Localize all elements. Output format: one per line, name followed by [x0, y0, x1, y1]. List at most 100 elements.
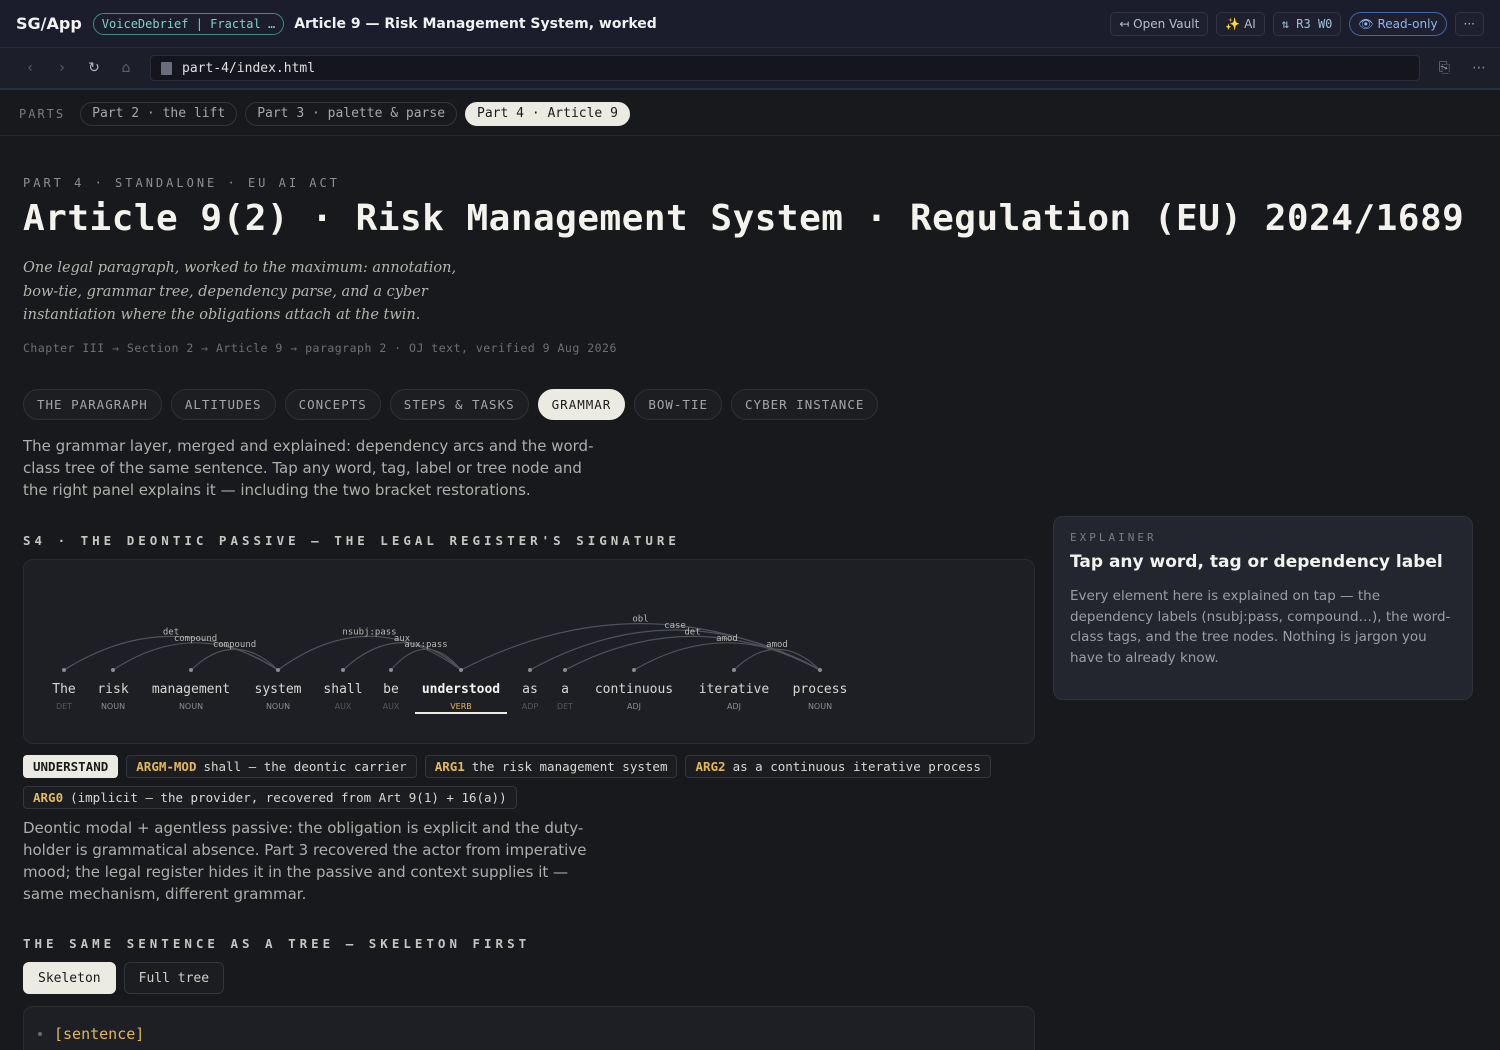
grammar-intro: The grammar layer, merged and explained:… [23, 437, 594, 499]
srl-role-chip[interactable]: ARG1 the risk management system [424, 755, 678, 778]
srl-role-label: ARG2 [695, 759, 726, 774]
token-word[interactable]: process [793, 682, 848, 697]
dependency-label[interactable]: obl [632, 615, 648, 625]
token-anchor-dot [459, 668, 463, 672]
skeleton-toggle-button[interactable]: Skeleton [23, 962, 116, 994]
token-word[interactable]: The [52, 682, 76, 697]
semantic-roles: UNDERSTAND ARGM-MOD shall — the deontic … [23, 755, 1035, 809]
token-anchor-dot [341, 668, 345, 672]
address-bar: ‹ › ↻ ⌂ part-4/index.html ⎘ ⋯ [0, 48, 1500, 90]
srl-role-label: ARG0 [33, 790, 64, 805]
read-only-badge[interactable]: 👁 Read-only [1349, 12, 1447, 36]
tab-grammar[interactable]: GRAMMAR [537, 389, 626, 420]
grammar-tree-panel: [sentence] [23, 1006, 1035, 1050]
dependency-heading: S4 · THE DEONTIC PASSIVE — THE LEGAL REG… [23, 533, 680, 548]
token-tag[interactable]: VERB [450, 702, 472, 711]
read-write-counter[interactable]: ⇅ R3 W0 [1272, 12, 1342, 36]
token-tag[interactable]: AUX [383, 702, 400, 711]
dependency-label[interactable]: amod [766, 640, 788, 650]
dependency-arc[interactable] [633, 642, 821, 671]
token-anchor-dot [732, 668, 736, 672]
open-vault-button[interactable]: ↤ Open Vault [1110, 12, 1209, 36]
srl-role-text: (implicit — the provider, recovered from… [70, 790, 507, 805]
tree-bullet-icon [38, 1032, 42, 1036]
token-word[interactable]: understood [422, 682, 500, 697]
copy-icon[interactable]: ⎘ [1439, 60, 1450, 76]
token-tag[interactable]: DET [557, 702, 573, 711]
address-more-icon[interactable]: ⋯ [1472, 60, 1486, 76]
tab-bow-tie[interactable]: BOW-TIE [634, 389, 723, 420]
part-chip-4[interactable]: Part 4 · Article 9 [465, 101, 630, 126]
home-icon[interactable]: ⌂ [110, 60, 142, 76]
token-word[interactable]: iterative [699, 682, 770, 697]
reload-icon[interactable]: ↻ [78, 60, 110, 76]
tab-steps-tasks[interactable]: STEPS & TASKS [389, 389, 529, 420]
token-word[interactable]: system [255, 682, 302, 697]
token-anchor-dot [189, 668, 193, 672]
token-tag[interactable]: ADJ [627, 702, 641, 711]
token-tag[interactable]: NOUN [266, 702, 290, 711]
document-title: Article 9 — Risk Management System, work… [294, 15, 657, 32]
part-chip-2[interactable]: Part 2 · the lift [80, 101, 238, 126]
token-word[interactable]: as [522, 682, 538, 697]
tab-paragraph[interactable]: THE PARAGRAPH [23, 389, 162, 420]
srl-verb-chip[interactable]: UNDERSTAND [23, 755, 119, 778]
token-word[interactable]: continuous [595, 682, 673, 697]
srl-role-chip[interactable]: ARGM-MOD shall — the deontic carrier [126, 755, 417, 778]
tree-heading: THE SAME SENTENCE AS A TREE — SKELETON F… [23, 936, 531, 951]
section-tabs: THE PARAGRAPH ALTITUDES CONCEPTS STEPS &… [23, 389, 879, 420]
dependency-arc[interactable] [190, 648, 279, 671]
token-tag[interactable]: ADJ [727, 702, 741, 711]
url-text: part-4/index.html [182, 60, 316, 76]
srl-explanation: Deontic modal + agentless passive: the o… [23, 819, 587, 903]
token-tag[interactable]: NOUN [179, 702, 203, 711]
url-field[interactable]: part-4/index.html [150, 55, 1420, 81]
token-anchor-dot [528, 668, 532, 672]
token-anchor-dot [62, 668, 66, 672]
token-tag[interactable]: NOUN [808, 702, 832, 711]
full-tree-toggle-button[interactable]: Full tree [123, 962, 225, 994]
srl-role-text: the risk management system [471, 759, 668, 774]
tree-node-sentence[interactable]: [sentence] [38, 1025, 144, 1043]
srl-role-text: shall — the deontic carrier [203, 759, 407, 774]
dependency-label[interactable]: aux:pass [404, 640, 447, 650]
back-icon[interactable]: ‹ [14, 60, 46, 76]
dependency-label[interactable]: compound [213, 640, 256, 650]
token-word[interactable]: be [383, 682, 399, 697]
brand-logo[interactable]: SG/App [16, 14, 82, 33]
forward-icon[interactable]: › [46, 60, 78, 76]
dependency-arc[interactable] [390, 648, 462, 671]
file-icon [161, 61, 172, 75]
tab-concepts[interactable]: CONCEPTS [284, 389, 381, 420]
token-tag[interactable]: AUX [335, 702, 352, 711]
tab-altitudes[interactable]: ALTITUDES [170, 389, 276, 420]
srl-role-chip[interactable]: ARG2 as a continuous iterative process [685, 755, 991, 778]
tab-cyber-instance[interactable]: CYBER INSTANCE [731, 389, 879, 420]
dependency-label[interactable]: det [684, 627, 700, 637]
dependency-arc[interactable] [733, 648, 821, 671]
srl-role-chip[interactable]: ARG0 (implicit — the provider, recovered… [23, 786, 517, 809]
dependency-label[interactable]: nsubj:pass [342, 627, 396, 637]
token-tag[interactable]: ADP [522, 702, 539, 711]
token-anchor-dot [818, 668, 822, 672]
dependency-label[interactable]: case [664, 621, 686, 631]
token-word[interactable]: management [152, 682, 230, 697]
dependency-label[interactable]: compound [174, 634, 217, 644]
token-anchor-dot [111, 668, 115, 672]
token-tag[interactable]: NOUN [101, 702, 125, 711]
part-chip-3[interactable]: Part 3 · palette & parse [245, 101, 458, 126]
dependency-parse-panel: det compound compound nsubj:pass aux aux:pass… [23, 559, 1035, 744]
token-word[interactable]: risk [97, 682, 128, 697]
token-word[interactable]: a [561, 682, 569, 697]
token-anchor-dot [276, 668, 280, 672]
token-word[interactable]: shall [323, 682, 362, 697]
tree-node-label: [sentence] [54, 1025, 145, 1043]
token-tag[interactable]: DET [56, 702, 72, 711]
page-lede: One legal paragraph, worked to the maxim… [23, 260, 457, 323]
more-menu-button[interactable]: ··· [1454, 12, 1484, 36]
ai-button[interactable]: ✨ AI [1216, 12, 1265, 36]
parts-bar: PARTS Part 2 · the lift Part 3 · palette… [0, 92, 1500, 136]
srl-role-label: ARG1 [434, 759, 465, 774]
vault-selector[interactable]: VoiceDebrief | Fractal … [92, 12, 285, 35]
dependency-label[interactable]: amod [716, 634, 738, 644]
